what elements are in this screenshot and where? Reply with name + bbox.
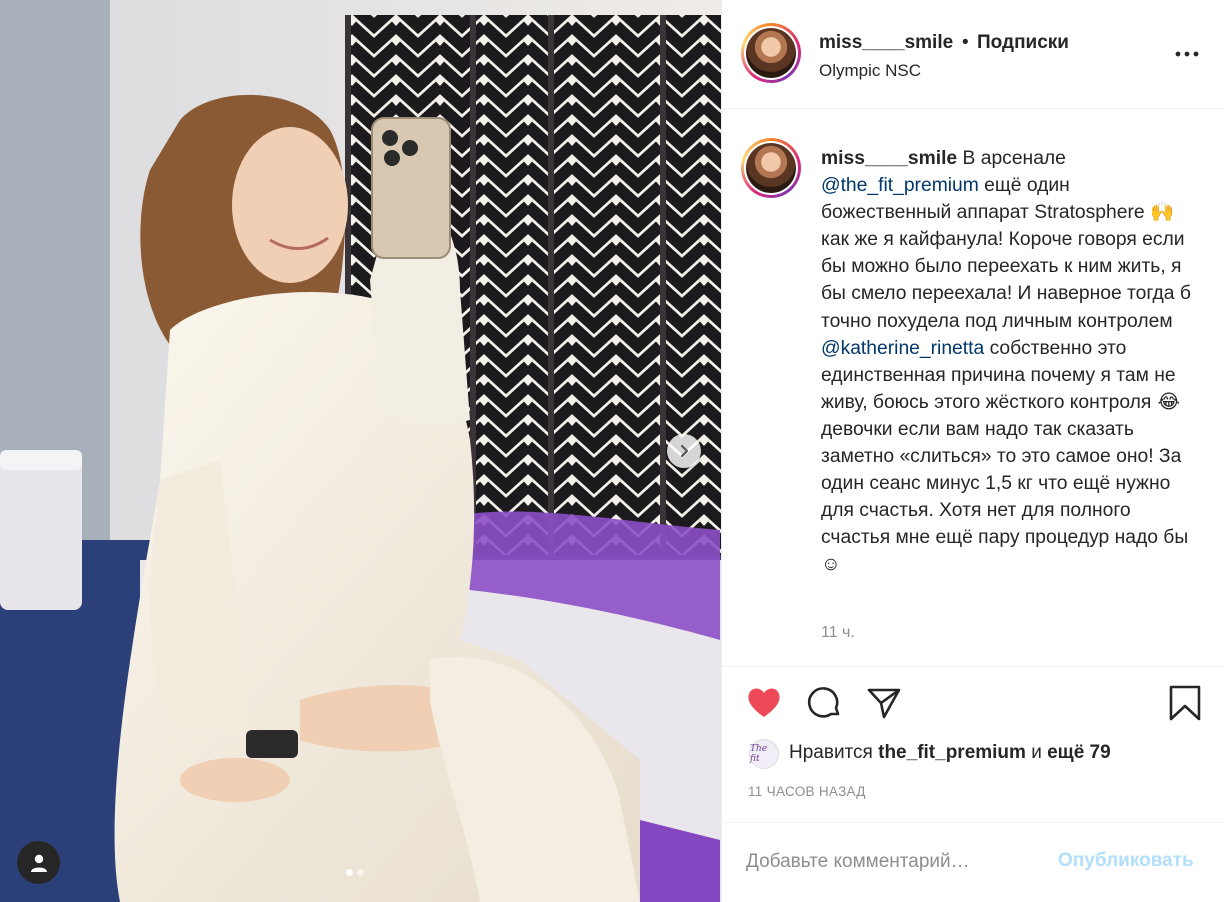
post-caption: miss____smile В арсенале @the_fit_premiu… bbox=[722, 109, 1224, 666]
liker-avatar[interactable]: The fit bbox=[749, 739, 779, 769]
tagged-users-button[interactable] bbox=[17, 841, 60, 884]
bookmark-icon[interactable] bbox=[1166, 684, 1204, 722]
post-details-panel: miss____smile • Подписки Olympic NSC mis… bbox=[721, 0, 1224, 902]
raised-hands-emoji: 🙌 bbox=[1149, 202, 1174, 224]
more-icon[interactable] bbox=[1172, 44, 1202, 64]
post-photo[interactable] bbox=[0, 0, 721, 902]
carousel-dot-active bbox=[346, 869, 353, 876]
publish-button[interactable]: Опубликовать bbox=[1058, 850, 1194, 872]
post-age[interactable]: 11 ЧАСОВ НАЗАД bbox=[748, 784, 866, 799]
follow-status-button[interactable]: Подписки bbox=[977, 32, 1069, 54]
caption-timestamp[interactable]: 11 ч. bbox=[821, 624, 855, 642]
avatar-image bbox=[746, 143, 796, 193]
likes-count-button[interactable]: ещё 79 bbox=[1047, 742, 1111, 763]
liker-username[interactable]: the_fit_premium bbox=[878, 742, 1026, 763]
laughing-emoji: 😂 bbox=[1157, 391, 1180, 413]
caption-text-part: девочки если вам надо так сказать заметн… bbox=[821, 418, 1189, 576]
author-username[interactable]: miss____smile bbox=[819, 32, 953, 54]
likes-middle: и bbox=[1025, 742, 1048, 763]
likes-summary: Нравится the_fit_premium и ещё 79 bbox=[789, 742, 1111, 764]
post-actions: The fit Нравится the_fit_premium и ещё 7… bbox=[722, 666, 1224, 846]
comment-input[interactable] bbox=[746, 849, 1046, 875]
caption-text: miss____smile В арсенале @the_fit_premiu… bbox=[821, 145, 1196, 579]
author-avatar[interactable] bbox=[741, 23, 801, 83]
likes-prefix: Нравится bbox=[789, 742, 879, 763]
heart-icon[interactable] bbox=[745, 684, 783, 722]
chevron-right-icon bbox=[680, 444, 689, 458]
caption-text-part: В арсенале bbox=[957, 148, 1066, 169]
caption-text-part: как же я кайфанула! Короче говоря если б… bbox=[821, 229, 1191, 332]
caption-username[interactable]: miss____smile bbox=[821, 148, 957, 169]
post-location[interactable]: Olympic NSC bbox=[819, 61, 921, 81]
caption-author-avatar[interactable] bbox=[741, 138, 801, 198]
mention-link[interactable]: @katherine_rinetta bbox=[821, 338, 984, 359]
carousel-indicator bbox=[346, 869, 364, 876]
photo-image bbox=[0, 0, 721, 902]
avatar-image bbox=[746, 28, 796, 78]
carousel-dot bbox=[357, 869, 364, 876]
comment-box: Опубликовать bbox=[722, 822, 1224, 902]
post-header: miss____smile • Подписки Olympic NSC bbox=[722, 0, 1224, 109]
comment-icon[interactable] bbox=[805, 684, 843, 722]
mention-link[interactable]: @the_fit_premium bbox=[821, 175, 979, 196]
header-separator: • bbox=[962, 32, 969, 53]
next-photo-button[interactable] bbox=[667, 434, 701, 468]
share-icon[interactable] bbox=[865, 684, 903, 722]
user-tag-icon bbox=[30, 854, 47, 872]
